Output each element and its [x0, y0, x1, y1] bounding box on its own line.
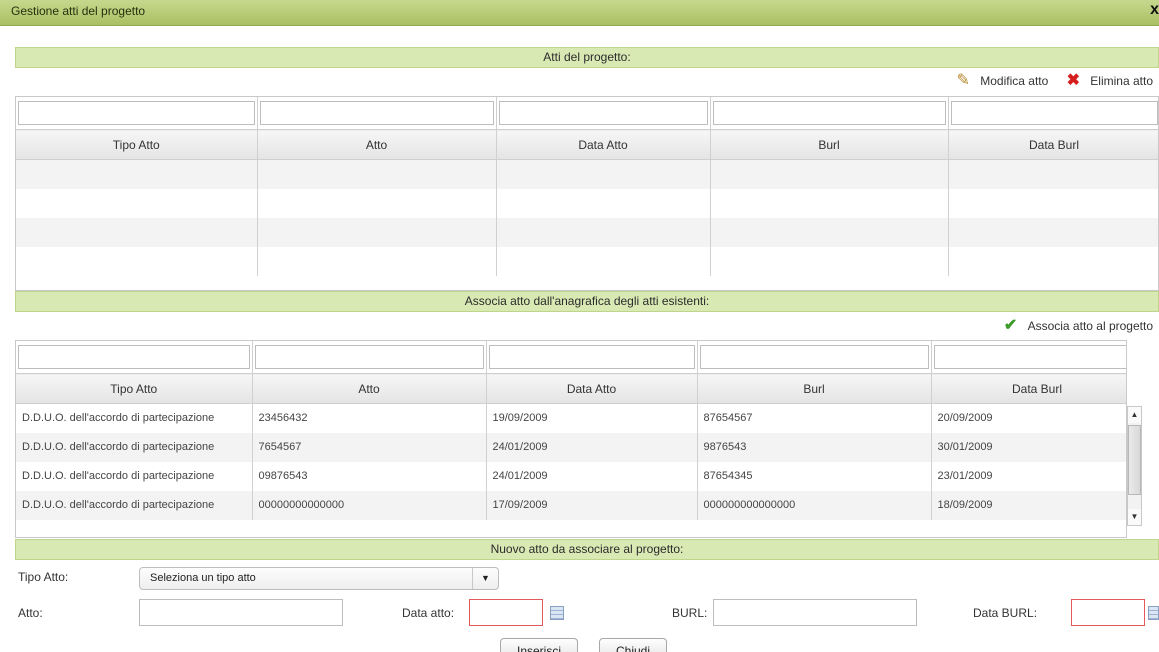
column-header-burl[interactable]: Burl [710, 129, 949, 160]
filter-tipo-atto-input[interactable] [18, 345, 250, 369]
cell-data-atto: 19/09/2009 [486, 403, 698, 433]
filter-burl-input[interactable] [712, 101, 946, 125]
column-header-data-atto[interactable]: Data Atto [486, 373, 698, 404]
filter-tipo-atto-input[interactable] [18, 101, 255, 125]
associate-act-label: Associa atto al progetto [1027, 319, 1153, 333]
associa-grid: Tipo Atto Atto Data Atto Burl Data Burl … [15, 340, 1127, 538]
filter-data-atto-input[interactable] [488, 345, 695, 369]
column-header-tipo-atto[interactable]: Tipo Atto [16, 129, 258, 160]
burl-input[interactable] [713, 599, 917, 626]
filter-data-burl-input[interactable] [950, 101, 1158, 125]
column-header-data-burl[interactable]: Data Burl [948, 129, 1158, 160]
scroll-up-icon[interactable]: ▲ [1128, 407, 1141, 423]
table-row[interactable]: D.D.U.O. dell'accordo di partecipazione … [16, 432, 1126, 462]
check-icon: ✔ [1003, 317, 1018, 334]
table-row[interactable]: D.D.U.O. dell'accordo di partecipazione … [16, 461, 1126, 491]
filter-atto-input[interactable] [254, 345, 484, 369]
pencil-icon: ✎ [956, 72, 970, 89]
section-header-atti: Atti del progetto: [15, 47, 1159, 68]
cell-data-burl: 23/01/2009 [931, 461, 1126, 491]
column-header-atto[interactable]: Atto [257, 129, 497, 160]
atti-filter-row [16, 97, 1158, 130]
table-row[interactable] [16, 188, 1158, 218]
close-icon[interactable]: x [1150, 1, 1159, 19]
cell-data-burl: 30/01/2009 [931, 432, 1126, 462]
delete-act-button[interactable]: ✖ Elimina atto [1062, 70, 1153, 92]
table-row[interactable]: D.D.U.O. dell'accordo di partecipazione … [16, 403, 1126, 433]
calendar-icon[interactable] [550, 606, 564, 620]
associate-act-button[interactable]: ✔ Associa atto al progetto [1000, 315, 1153, 337]
tipo-atto-select[interactable]: Seleziona un tipo atto ▼ [139, 567, 499, 590]
atti-grid: Tipo Atto Atto Data Atto Burl Data Burl [15, 96, 1159, 291]
column-header-data-burl[interactable]: Data Burl [931, 373, 1126, 404]
scroll-down-icon[interactable]: ▼ [1128, 509, 1141, 525]
cell-atto: 7654567 [252, 432, 487, 462]
cell-tipo-atto: D.D.U.O. dell'accordo di partecipazione [16, 403, 253, 433]
cell-burl: 9876543 [697, 432, 932, 462]
filter-data-burl-input[interactable] [933, 345, 1126, 369]
filter-burl-input[interactable] [699, 345, 929, 369]
cell-data-atto: 24/01/2009 [486, 461, 698, 491]
scroll-thumb[interactable] [1128, 425, 1141, 495]
delete-icon: ✖ [1066, 72, 1080, 89]
tipo-atto-selected-value: Seleziona un tipo atto [150, 572, 256, 584]
column-header-burl[interactable]: Burl [697, 373, 932, 404]
edit-act-label: Modifica atto [980, 74, 1049, 88]
delete-act-label: Elimina atto [1090, 74, 1153, 88]
cell-data-burl: 20/09/2009 [931, 403, 1126, 433]
column-header-atto[interactable]: Atto [252, 373, 487, 404]
cell-burl: 87654345 [697, 461, 932, 491]
dialog-titlebar: Gestione atti del progetto x [0, 0, 1159, 26]
associa-toolbar: ✔ Associa atto al progetto [1000, 314, 1159, 338]
data-atto-label: Data atto: [402, 606, 455, 620]
atti-header-row: Tipo Atto Atto Data Atto Burl Data Burl [16, 129, 1158, 160]
cell-burl: 87654567 [697, 403, 932, 433]
cell-atto: 09876543 [252, 461, 487, 491]
table-row[interactable] [16, 246, 1158, 276]
section-header-associa: Associa atto dall'anagrafica degli atti … [15, 291, 1159, 312]
table-row[interactable] [16, 217, 1158, 247]
atto-label: Atto: [18, 606, 43, 620]
associa-header-row: Tipo Atto Atto Data Atto Burl Data Burl [16, 373, 1126, 404]
section-header-nuovo-atto: Nuovo atto da associare al progetto: [15, 539, 1159, 560]
insert-button[interactable]: Inserisci [500, 638, 579, 652]
cell-data-atto: 24/01/2009 [486, 432, 698, 462]
cell-atto: 00000000000000 [252, 490, 487, 520]
edit-act-button[interactable]: ✎ Modifica atto [952, 70, 1049, 92]
filter-data-atto-input[interactable] [498, 101, 708, 125]
cell-tipo-atto: D.D.U.O. dell'accordo di partecipazione [16, 490, 253, 520]
chevron-down-icon: ▼ [472, 568, 498, 589]
associa-filter-row [16, 341, 1126, 374]
burl-label: BURL: [672, 606, 708, 620]
data-burl-input[interactable] [1071, 599, 1145, 626]
cell-tipo-atto: D.D.U.O. dell'accordo di partecipazione [16, 461, 253, 491]
atti-toolbar: ✎ Modifica atto ✖ Elimina atto [952, 69, 1159, 93]
calendar-icon[interactable] [1148, 606, 1159, 620]
column-header-data-atto[interactable]: Data Atto [496, 129, 711, 160]
data-burl-label: Data BURL: [973, 606, 1038, 620]
atto-input[interactable] [139, 599, 343, 626]
cell-data-burl: 18/09/2009 [931, 490, 1126, 520]
table-row[interactable]: D.D.U.O. dell'accordo di partecipazione … [16, 490, 1126, 520]
cell-atto: 23456432 [252, 403, 487, 433]
table-row[interactable] [16, 159, 1158, 189]
cell-data-atto: 17/09/2009 [486, 490, 698, 520]
column-header-tipo-atto[interactable]: Tipo Atto [16, 373, 253, 404]
associa-grid-scrollbar[interactable]: ▲ ▼ [1127, 406, 1142, 526]
cell-burl: 000000000000000 [697, 490, 932, 520]
close-button[interactable]: Chiudi [599, 638, 668, 652]
data-atto-input[interactable] [469, 599, 543, 626]
tipo-atto-label: Tipo Atto: [18, 570, 69, 584]
filter-atto-input[interactable] [259, 101, 494, 125]
dialog-title: Gestione atti del progetto [11, 4, 146, 18]
cell-tipo-atto: D.D.U.O. dell'accordo di partecipazione [16, 432, 253, 462]
